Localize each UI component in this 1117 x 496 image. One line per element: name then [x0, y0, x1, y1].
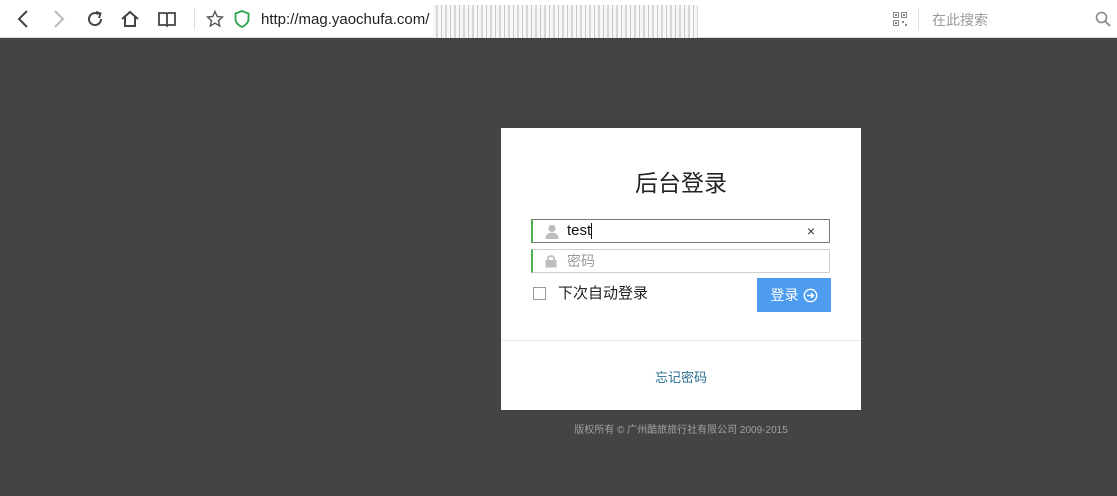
password-placeholder: 密码 [567, 253, 595, 269]
user-icon [545, 224, 559, 239]
reader-button[interactable] [157, 9, 177, 29]
search-divider [918, 8, 919, 30]
toolbar-divider [194, 8, 195, 30]
home-button[interactable] [120, 9, 140, 29]
forward-button[interactable] [49, 9, 69, 29]
forward-icon [54, 10, 65, 28]
star-icon [206, 10, 224, 28]
redacted-url-segment [433, 5, 698, 38]
remember-me-checkbox[interactable] [533, 287, 546, 300]
search-icon [1095, 11, 1111, 27]
copyright-text: 版权所有 © 广州酷旅旅行社有限公司 2009-2015 [574, 425, 788, 436]
search-input[interactable]: 在此搜索 [932, 10, 988, 30]
security-indicator[interactable] [232, 9, 252, 29]
arrow-circle-icon [803, 288, 817, 302]
password-field[interactable]: 密码 [531, 249, 830, 273]
clear-input-button[interactable]: × [807, 221, 815, 241]
login-card: 后台登录 test × 密码 下次自动登录 登录 忘记密码 [501, 128, 861, 410]
bookmark-button[interactable] [205, 9, 225, 29]
home-icon [121, 10, 139, 27]
remember-me-label[interactable]: 下次自动登录 [558, 285, 648, 303]
login-button[interactable]: 登录 [757, 278, 831, 312]
search-button[interactable] [1093, 9, 1113, 29]
username-field[interactable]: test × [531, 219, 830, 243]
card-divider [501, 340, 861, 341]
username-value: test [567, 222, 592, 239]
browser-toolbar: http://mag.yaochufa.com/ 在此搜索 [0, 0, 1117, 38]
address-bar[interactable]: http://mag.yaochufa.com/ [261, 10, 429, 30]
forgot-password-link[interactable]: 忘记密码 [501, 367, 861, 386]
lock-icon [545, 255, 557, 268]
shield-icon [234, 10, 250, 28]
page-title: 后台登录 [635, 171, 727, 197]
back-button[interactable] [13, 9, 33, 29]
reload-icon [88, 11, 103, 27]
login-button-label: 登录 [770, 287, 799, 303]
qrcode-button[interactable] [890, 9, 910, 29]
reader-icon [158, 12, 176, 28]
back-icon [17, 10, 28, 28]
reload-button[interactable] [85, 9, 105, 29]
text-caret [591, 223, 592, 239]
qrcode-icon [893, 12, 907, 26]
